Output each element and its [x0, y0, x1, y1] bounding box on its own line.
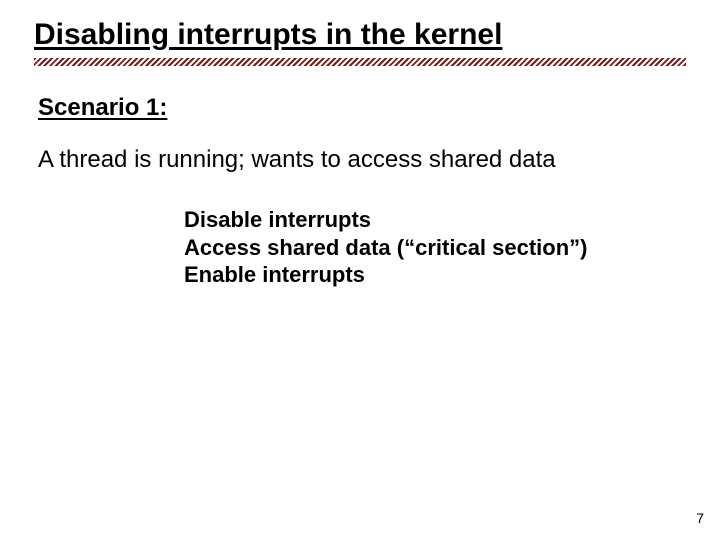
steps-block: Disable interrupts Access shared data (“…	[184, 206, 686, 289]
title-underline-rule	[34, 58, 686, 66]
scenario-description: A thread is running; wants to access sha…	[38, 146, 686, 174]
page-number: 7	[696, 510, 704, 526]
step-line: Access shared data (“critical section”)	[184, 234, 686, 262]
slide-title: Disabling interrupts in the kernel	[34, 18, 686, 52]
step-line: Enable interrupts	[184, 261, 686, 289]
step-line: Disable interrupts	[184, 206, 686, 234]
slide: Disabling interrupts in the kernel Scena…	[0, 0, 720, 540]
scenario-heading: Scenario 1:	[38, 94, 686, 122]
